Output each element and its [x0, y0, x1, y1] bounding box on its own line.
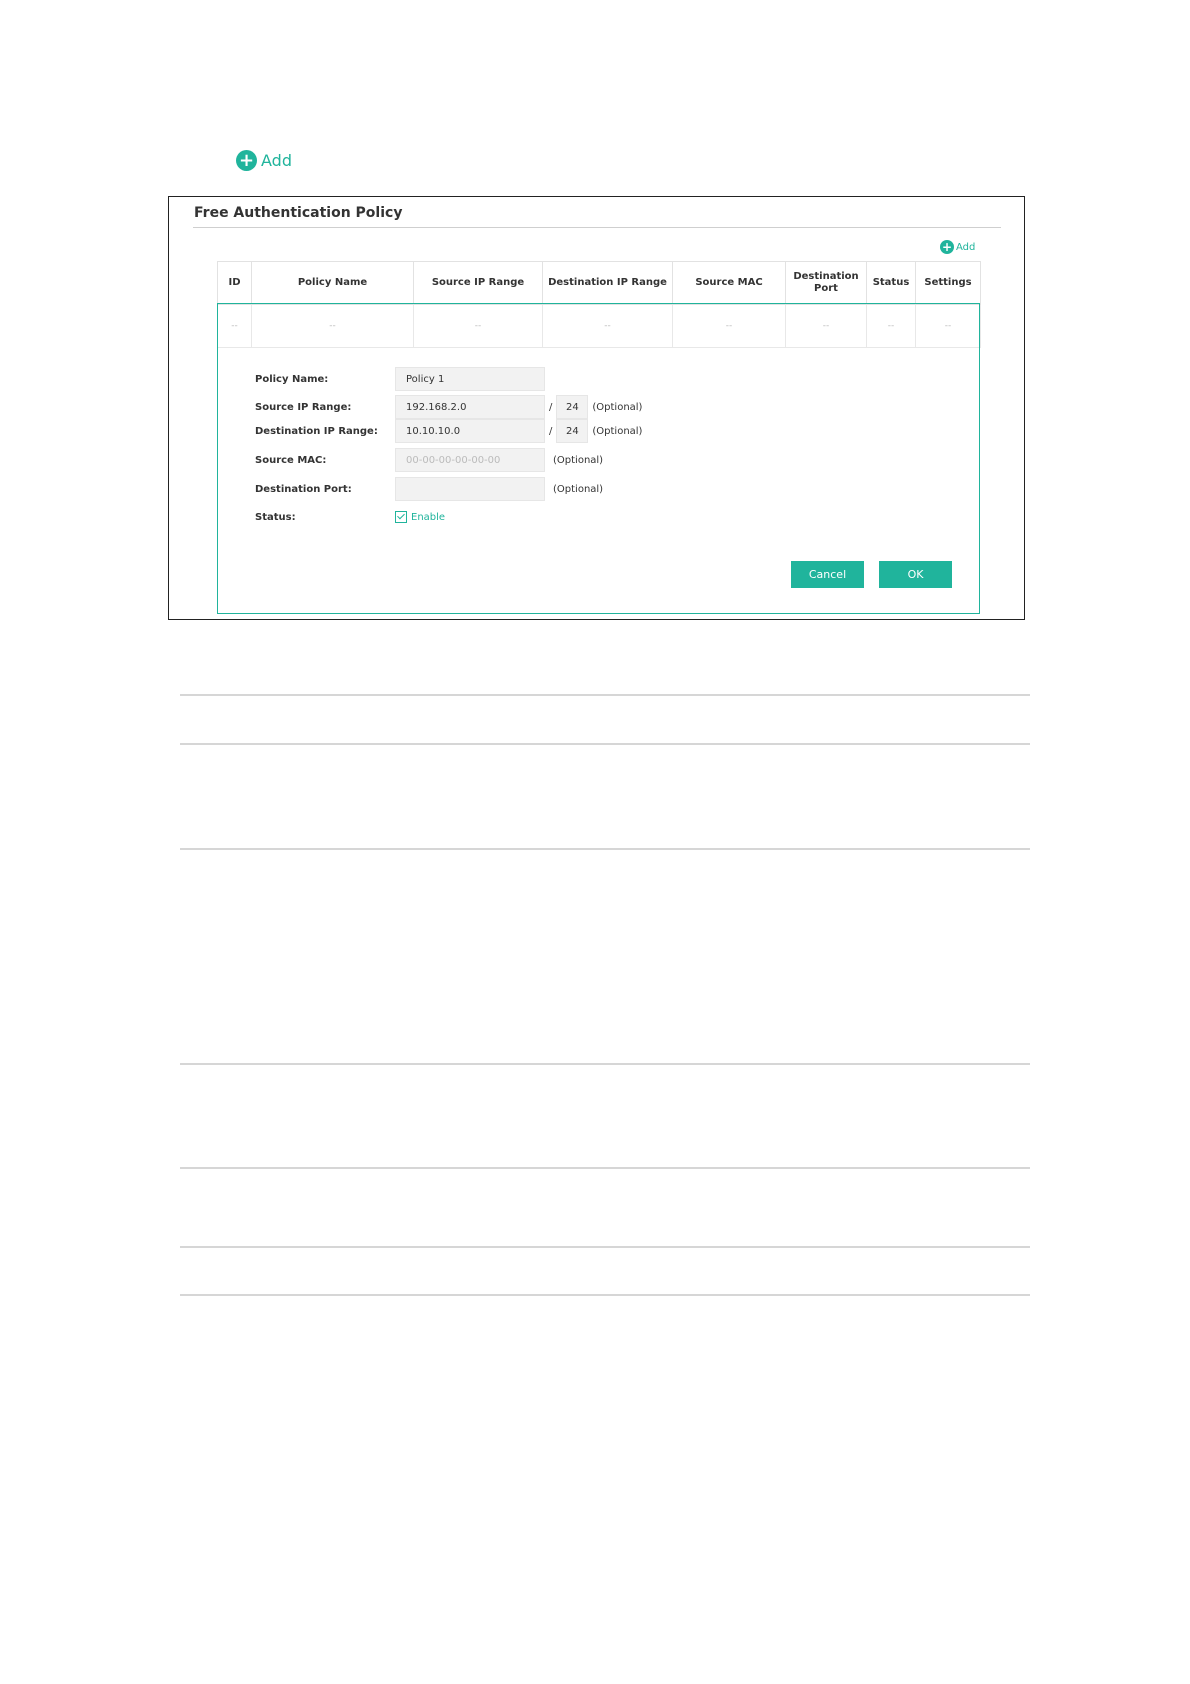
optional-note: (Optional) — [553, 483, 604, 495]
slash-separator: / — [549, 425, 553, 437]
add-label: Add — [261, 151, 292, 170]
optional-note: (Optional) — [592, 425, 643, 437]
enable-checkbox[interactable]: Enable — [395, 511, 445, 523]
enable-label: Enable — [411, 511, 446, 523]
source-mac-input[interactable]: 00-00-00-00-00-00 — [395, 448, 545, 472]
divider — [180, 848, 1030, 850]
dest-ip-row: Destination IP Range: 10.10.10.0 / 24 (O… — [255, 419, 642, 443]
source-mac-label: Source MAC: — [255, 454, 327, 466]
cancel-button[interactable]: Cancel — [791, 561, 864, 588]
dest-port-row: Destination Port: (Optional) — [255, 477, 603, 501]
divider — [180, 1063, 1030, 1065]
plus-circle-icon: + — [236, 150, 257, 171]
ok-button[interactable]: OK — [879, 561, 952, 588]
divider — [180, 1294, 1030, 1296]
status-row: Status: Enable — [255, 505, 445, 529]
dest-ip-input[interactable]: 10.10.10.0 — [395, 419, 545, 443]
policy-name-label: Policy Name: — [255, 373, 329, 385]
dest-port-label: Destination Port: — [255, 483, 352, 495]
checkbox-checked-icon — [395, 511, 407, 523]
divider — [180, 694, 1030, 696]
add-policy-link[interactable]: + Add — [236, 150, 292, 171]
source-mac-row: Source MAC: 00-00-00-00-00-00 (Optional) — [255, 448, 603, 472]
dest-port-input[interactable] — [395, 477, 545, 501]
source-ip-row: Source IP Range: 192.168.2.0 / 24 (Optio… — [255, 395, 642, 419]
policy-name-row: Policy Name: Policy 1 — [255, 367, 545, 391]
screenshot-frame: Free Authentication Policy + Add ID Poli… — [168, 196, 1025, 620]
source-ip-label: Source IP Range: — [255, 401, 352, 413]
divider — [180, 1246, 1030, 1248]
source-ip-input[interactable]: 192.168.2.0 — [395, 395, 545, 419]
optional-note: (Optional) — [553, 454, 604, 466]
source-ip-mask-input[interactable]: 24 — [556, 395, 589, 419]
divider — [180, 743, 1030, 745]
slash-separator: / — [549, 401, 553, 413]
policy-form: Policy Name: Policy 1 Source IP Range: 1… — [169, 197, 1024, 619]
dest-ip-label: Destination IP Range: — [255, 425, 378, 437]
optional-note: (Optional) — [592, 401, 643, 413]
status-label: Status: — [255, 511, 296, 523]
policy-name-input[interactable]: Policy 1 — [395, 367, 545, 391]
divider — [180, 1167, 1030, 1169]
dest-ip-mask-input[interactable]: 24 — [556, 419, 589, 443]
